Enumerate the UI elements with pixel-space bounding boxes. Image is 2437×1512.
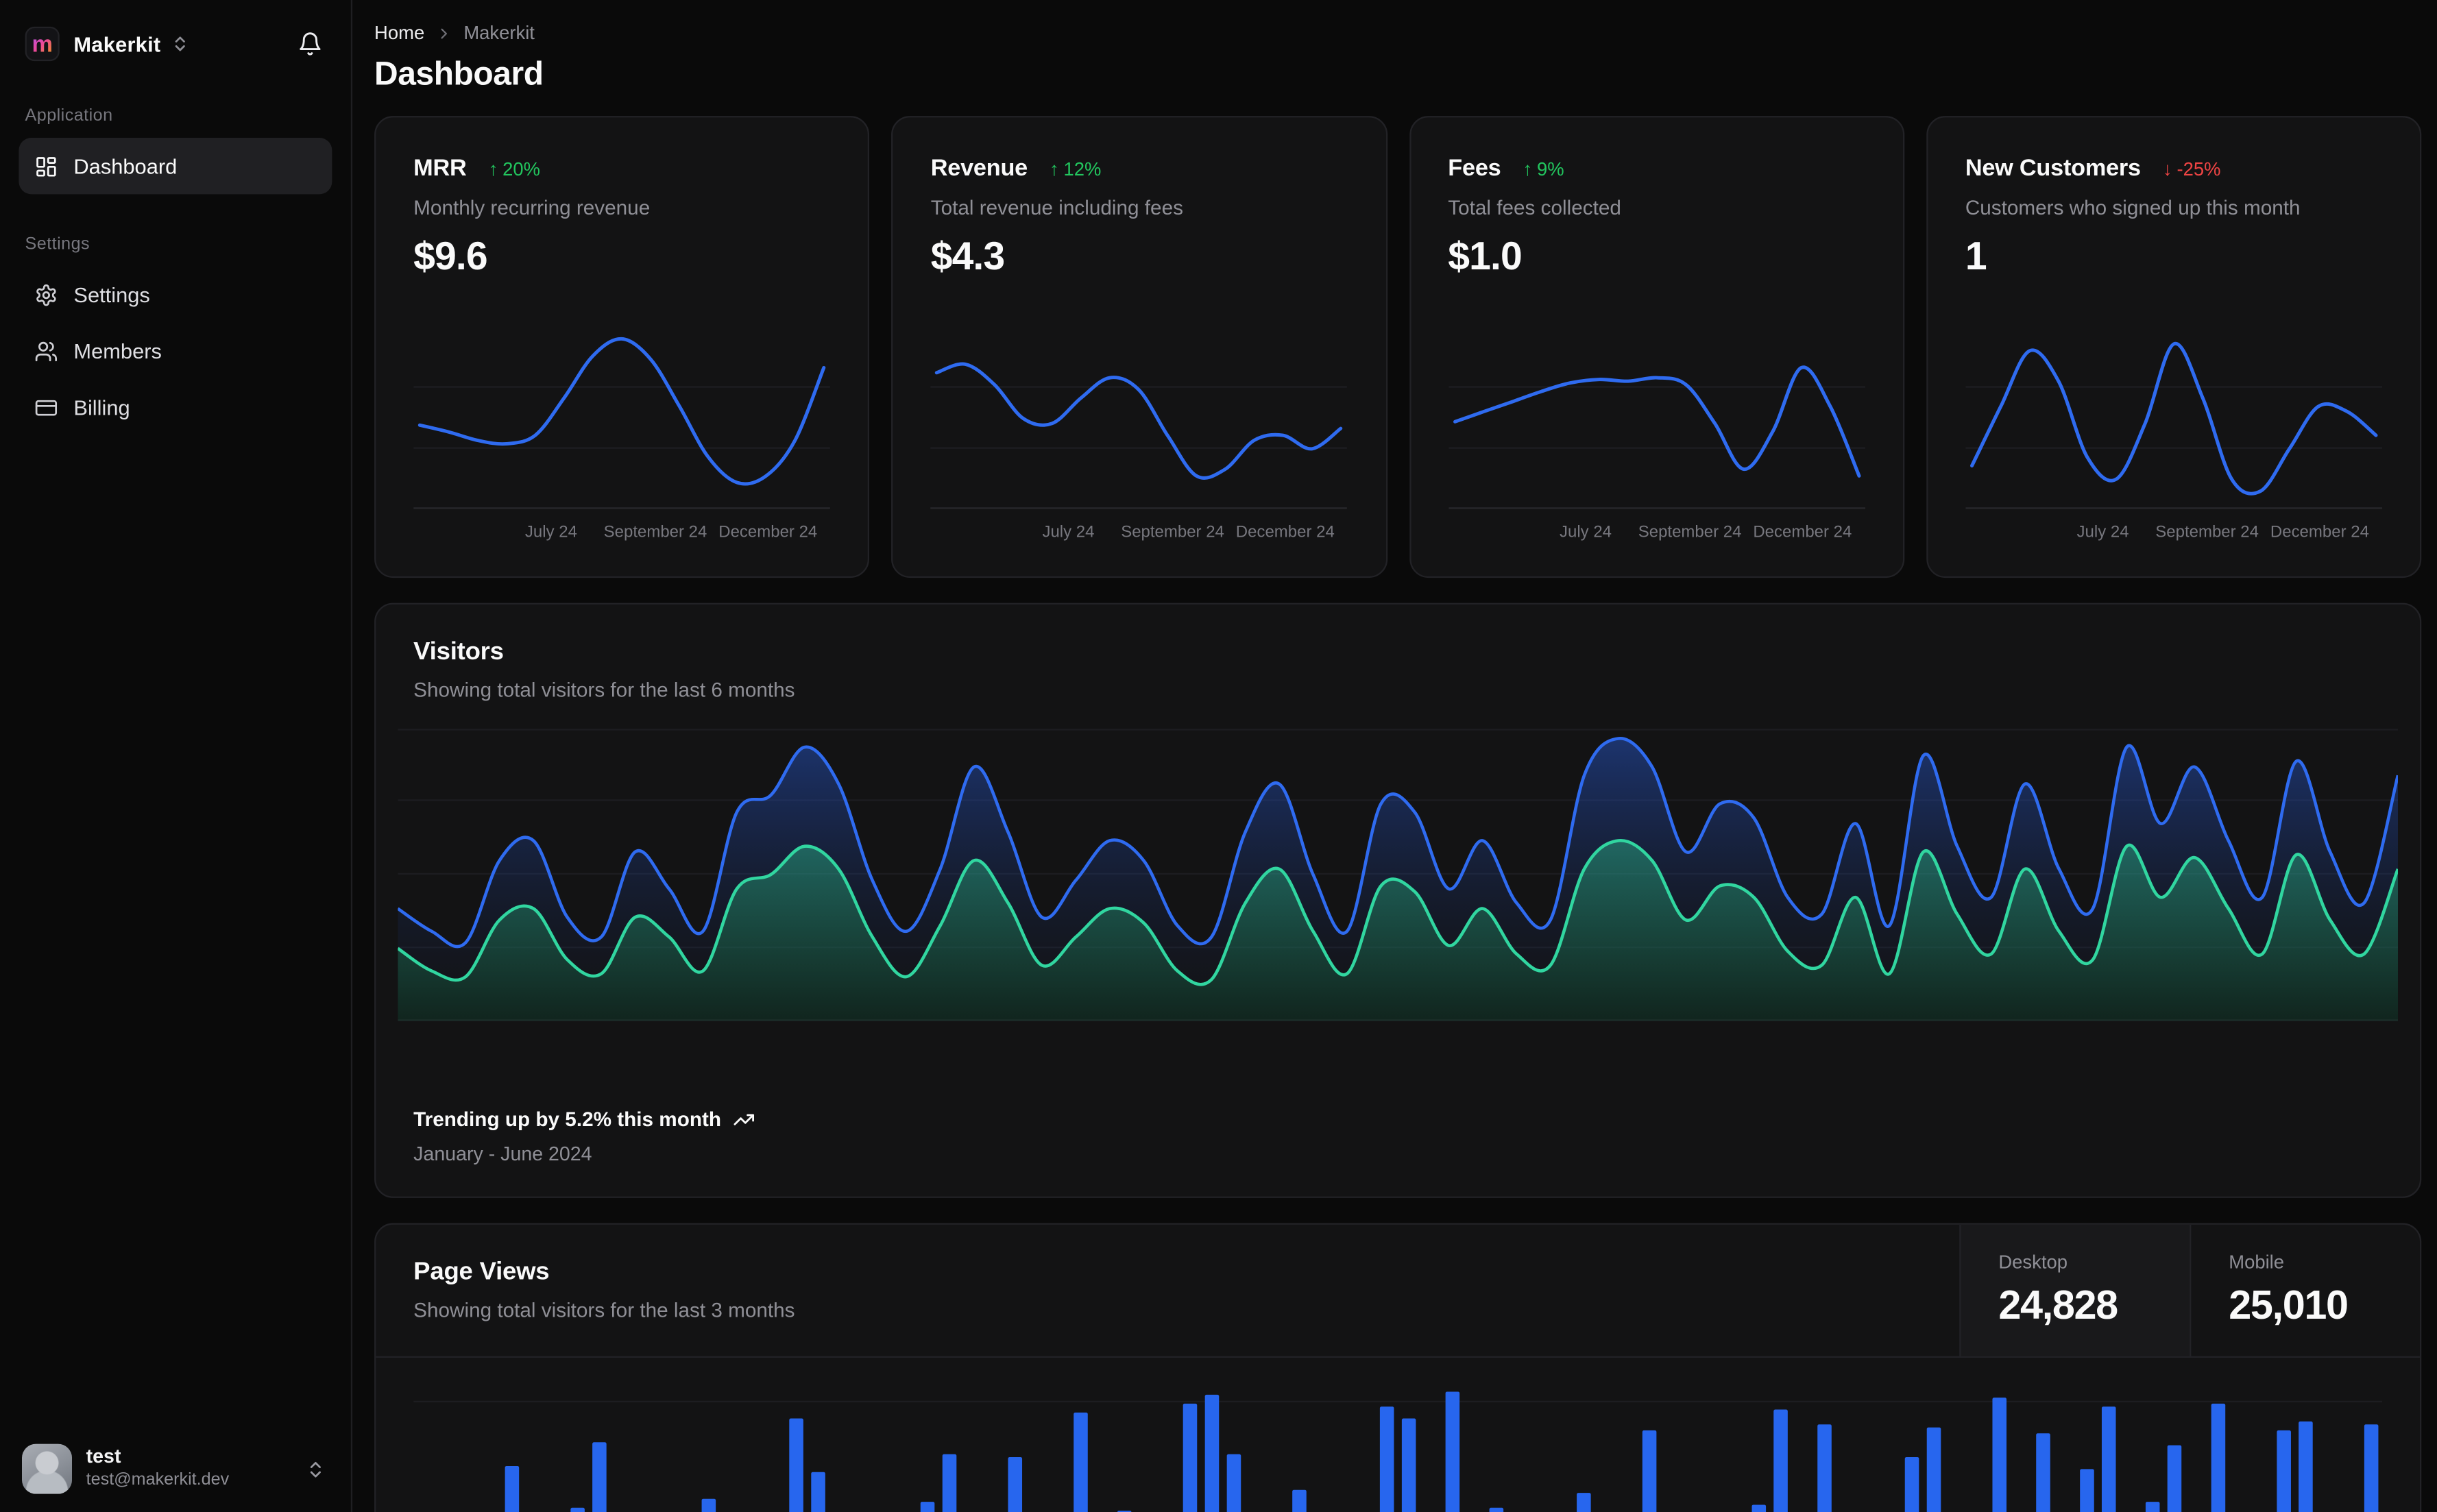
page-views-card: Page Views Showing total visitors for th…	[374, 1223, 2422, 1512]
sidebar-item-label: Members	[73, 339, 162, 363]
workspace-name: Makerkit	[73, 32, 161, 56]
stat-value: $9.6	[413, 234, 487, 279]
chevrons-up-down-icon	[306, 1459, 326, 1479]
toggle-label: Mobile	[2229, 1251, 2285, 1273]
x-axis-labels: July 24 September 24 December 24	[2076, 523, 2369, 542]
gear-icon	[34, 282, 58, 306]
visitors-card: Visitors Showing total visitors for the …	[374, 602, 2422, 1198]
chevrons-up-down-icon	[170, 34, 189, 53]
visitors-trend-text: Trending up by 5.2% this month	[413, 1107, 722, 1131]
main-content: Home Makerkit Dashboard MRR ↑ 20% Monthly…	[352, 0, 2437, 1512]
credit-card-icon	[34, 395, 58, 419]
workspace-switcher[interactable]: m Makerkit	[19, 19, 332, 66]
visitors-title: Visitors	[413, 639, 504, 666]
user-menu[interactable]: test test@makerkit.dev	[19, 1435, 332, 1497]
stat-value: $1.0	[1448, 234, 1522, 279]
fees-card: Fees ↑ 9% Total fees collected $1.0 July …	[1409, 116, 1904, 578]
visitors-footer: Trending up by 5.2% this month January -…	[413, 1107, 2382, 1165]
breadcrumb-current[interactable]: Makerkit	[463, 22, 535, 44]
stat-subtitle: Total fees collected	[1448, 195, 1621, 219]
breadcrumb: Home Makerkit	[374, 22, 2421, 44]
stat-title: Revenue	[930, 155, 1028, 182]
arrow-down-icon: ↓	[2162, 157, 2172, 180]
page-title: Dashboard	[374, 56, 544, 93]
x-axis-labels: July 24 September 24 December 24	[1559, 523, 1852, 542]
makerkit-logo: m	[25, 26, 60, 62]
chevron-right-icon	[435, 24, 452, 41]
sidebar-item-billing[interactable]: Billing	[19, 379, 332, 435]
stat-subtitle: Customers who signed up this month	[1965, 195, 2301, 219]
bell-icon	[300, 32, 321, 56]
dashboard-grid-icon	[34, 154, 58, 178]
mrr-sparkline-chart	[413, 324, 830, 509]
sidebar: m Makerkit Application Dashboard Setting…	[0, 0, 353, 1512]
stat-value: $4.3	[930, 234, 1005, 279]
breadcrumb-home[interactable]: Home	[374, 22, 424, 44]
notifications-button[interactable]	[291, 25, 329, 63]
nav-section-application: Application	[25, 106, 113, 125]
sidebar-item-settings[interactable]: Settings	[19, 266, 332, 322]
page-views-subtitle: Showing total visitors for the last 3 mo…	[413, 1298, 795, 1322]
sidebar-item-label: Dashboard	[73, 154, 178, 178]
stat-subtitle: Monthly recurring revenue	[413, 195, 651, 219]
trend-badge: ↑ 9%	[1523, 157, 1564, 180]
visitors-subtitle: Showing total visitors for the last 6 mo…	[413, 678, 795, 702]
stat-cards-row: MRR ↑ 20% Monthly recurring revenue $9.6 …	[374, 116, 2422, 578]
stat-title: MRR	[413, 155, 467, 182]
fees-sparkline-chart	[1448, 324, 1865, 509]
stat-value: 1	[1965, 234, 1987, 279]
trend-badge: ↑ 20%	[488, 157, 541, 180]
mobile-toggle[interactable]: Mobile 25,010	[2190, 1224, 2420, 1356]
new-customers-sparkline-chart	[1965, 324, 2382, 509]
visitors-date-range: January - June 2024	[413, 1143, 592, 1165]
x-axis-labels: July 24 September 24 December 24	[1042, 523, 1335, 542]
user-email: test@makerkit.dev	[86, 1471, 230, 1490]
avatar	[21, 1443, 73, 1494]
arrow-up-icon: ↑	[1049, 157, 1059, 180]
toggle-value: 24,828	[1998, 1280, 2118, 1328]
sidebar-item-dashboard[interactable]: Dashboard	[19, 138, 332, 195]
sidebar-item-label: Billing	[73, 395, 130, 419]
trend-badge: ↑ 12%	[1049, 157, 1102, 180]
dashboard-app: m Makerkit Application Dashboard Setting…	[0, 0, 2437, 1512]
users-icon	[34, 339, 58, 363]
sidebar-item-label: Settings	[73, 282, 150, 306]
stat-title: New Customers	[1965, 155, 2141, 182]
toggle-value: 25,010	[2229, 1280, 2349, 1328]
revenue-sparkline-chart	[930, 324, 1348, 509]
nav-section-settings: Settings	[25, 234, 90, 254]
trending-up-icon	[733, 1108, 755, 1130]
visitors-area-chart	[398, 727, 2398, 1021]
stat-subtitle: Total revenue including fees	[930, 195, 1183, 219]
user-name: test	[86, 1445, 121, 1467]
sidebar-item-members[interactable]: Members	[19, 323, 332, 379]
arrow-up-icon: ↑	[1523, 157, 1533, 180]
desktop-toggle[interactable]: Desktop 24,828	[1959, 1224, 2190, 1356]
trend-badge: ↓ -25%	[2162, 157, 2221, 180]
page-views-header: Page Views Showing total visitors for th…	[376, 1224, 2420, 1358]
mrr-card: MRR ↑ 20% Monthly recurring revenue $9.6 …	[374, 116, 870, 578]
revenue-card: Revenue ↑ 12% Total revenue including fee…	[891, 116, 1387, 578]
new-customers-card: New Customers ↓ -25% Customers who signed…	[1926, 116, 2422, 578]
x-axis-labels: July 24 September 24 December 24	[524, 523, 818, 542]
toggle-label: Desktop	[1998, 1251, 2068, 1273]
stat-title: Fees	[1448, 155, 1501, 182]
arrow-up-icon: ↑	[488, 157, 498, 180]
page-views-title: Page Views	[413, 1258, 550, 1286]
page-views-bar-chart	[413, 1367, 2383, 1512]
